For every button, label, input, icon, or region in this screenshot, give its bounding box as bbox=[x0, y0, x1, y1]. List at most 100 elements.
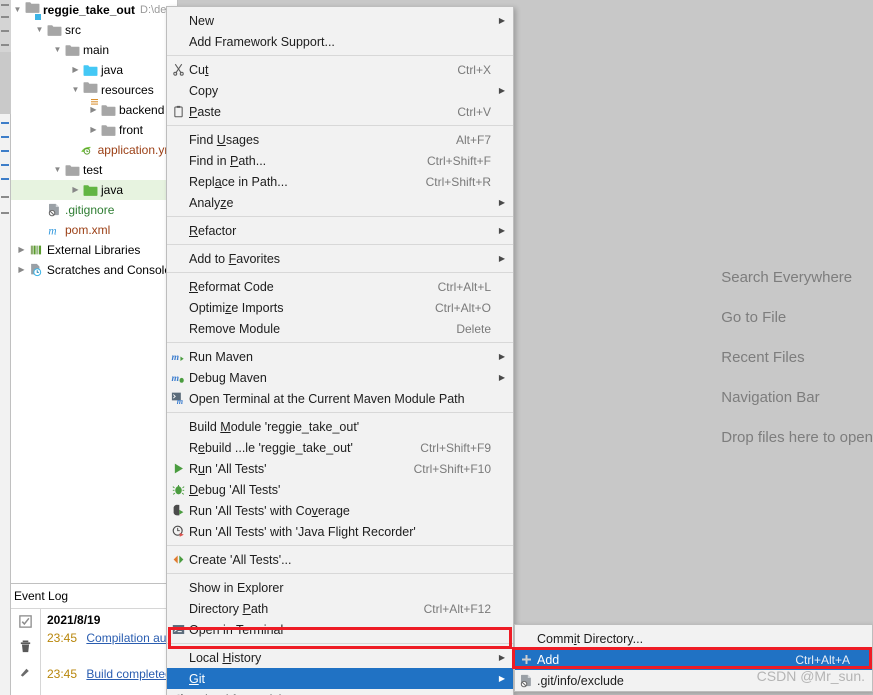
tree-node-backend[interactable]: ▶backend bbox=[11, 100, 177, 120]
menu-item-label: Add bbox=[537, 653, 781, 667]
idea-window: ▼reggie_take_outD:\develop\edu_idea_work… bbox=[0, 0, 873, 695]
tree-node-java[interactable]: ▶java bbox=[11, 60, 177, 80]
menu-separator bbox=[167, 573, 513, 574]
strip-mark-2 bbox=[1, 16, 9, 18]
left-tool-strip[interactable] bbox=[0, 0, 11, 695]
strip-mark-1 bbox=[1, 4, 9, 6]
tree-node-scratches-and-consoles[interactable]: ▶Scratches and Consoles bbox=[11, 260, 177, 280]
tree-expand-arrow[interactable]: ▶ bbox=[15, 240, 28, 260]
svg-text:m: m bbox=[48, 225, 56, 237]
tree-expand-arrow[interactable]: ▶ bbox=[69, 180, 82, 200]
tree-node-pom-xml[interactable]: ▶mpom.xml bbox=[11, 220, 177, 240]
menu-item-analyze[interactable]: Analyze▶ bbox=[167, 192, 513, 213]
tree-node-reggie-take-out[interactable]: ▼reggie_take_outD:\develop\edu_idea_work… bbox=[11, 0, 177, 20]
menu-item-reformat-code[interactable]: Reformat CodeCtrl+Alt+L bbox=[167, 276, 513, 297]
tree-node-main[interactable]: ▼main bbox=[11, 40, 177, 60]
tree-node-label: test bbox=[83, 160, 102, 180]
menu-item-build-module-reggie-take-out[interactable]: Build Module 'reggie_take_out' bbox=[167, 416, 513, 437]
left-strip-block-active bbox=[0, 52, 11, 114]
menu-item-add[interactable]: AddCtrl+Alt+A bbox=[515, 649, 872, 670]
coverage-icon bbox=[167, 504, 189, 517]
menu-item-add-framework-support[interactable]: Add Framework Support... bbox=[167, 31, 513, 52]
event-log-panel[interactable]: Event Log 2021/8/19 23:45 Compilation au… bbox=[11, 583, 178, 695]
menu-item-run-all-tests-with-java-flight-recorder[interactable]: Run 'All Tests' with 'Java Flight Record… bbox=[167, 521, 513, 542]
submenu-arrow-icon: ▶ bbox=[491, 16, 505, 25]
submenu-arrow-icon: ▶ bbox=[491, 373, 505, 382]
tree-node-label: .gitignore bbox=[65, 200, 114, 220]
tree-node-test[interactable]: ▼ test bbox=[11, 160, 177, 180]
project-tree[interactable]: ▼reggie_take_outD:\develop\edu_idea_work… bbox=[11, 0, 177, 280]
menu-item-paste[interactable]: PasteCtrl+V bbox=[167, 101, 513, 122]
event-log-gutter[interactable] bbox=[11, 609, 41, 695]
event-log-row[interactable]: 23:45 Build completed bbox=[47, 665, 177, 683]
menu-item-cut[interactable]: CutCtrl+X bbox=[167, 59, 513, 80]
menu-item-run-maven[interactable]: mRun Maven▶ bbox=[167, 346, 513, 367]
menu-item-optimize-imports[interactable]: Optimize ImportsCtrl+Alt+O bbox=[167, 297, 513, 318]
tree-node-java[interactable]: ▶java bbox=[11, 180, 177, 200]
tree-expand-arrow[interactable]: ▼ bbox=[51, 40, 64, 60]
menu-item-reload-from-disk[interactable]: Reload from Disk bbox=[167, 689, 513, 695]
tree-node-application-yml[interactable]: ▶application.yml bbox=[11, 140, 177, 160]
tree-expand-arrow[interactable]: ▶ bbox=[33, 200, 46, 220]
event-log-link[interactable]: Build completed bbox=[86, 667, 171, 681]
tree-expand-arrow[interactable]: ▶ bbox=[69, 60, 82, 80]
tree-expand-arrow[interactable]: ▶ bbox=[15, 260, 28, 280]
tree-node-front[interactable]: ▶front bbox=[11, 120, 177, 140]
menu-item-shortcut: Ctrl+V bbox=[443, 105, 491, 119]
context-menu[interactable]: New▶ Add Framework Support... CutCtrl+XCop… bbox=[166, 6, 514, 695]
menu-item-find-usages[interactable]: Find UsagesAlt+F7 bbox=[167, 129, 513, 150]
menu-item-create-all-tests[interactable]: Create 'All Tests'... bbox=[167, 549, 513, 570]
menu-item-local-history[interactable]: Local History▶ bbox=[167, 647, 513, 668]
tree-node-resources[interactable]: ▼resources bbox=[11, 80, 177, 100]
mark-all-read-icon[interactable] bbox=[18, 614, 33, 632]
menu-item-git[interactable]: Git▶ bbox=[167, 668, 513, 689]
tree-expand-arrow[interactable]: ▼ bbox=[69, 80, 82, 100]
event-log-content: 2021/8/19 23:45 Compilation automaticall… bbox=[41, 609, 177, 695]
menu-item-label: Add Framework Support... bbox=[189, 35, 491, 49]
menu-item-refactor[interactable]: Refactor▶ bbox=[167, 220, 513, 241]
menu-item-new[interactable]: New▶ bbox=[167, 10, 513, 31]
tree-expand-arrow[interactable]: ▼ bbox=[11, 0, 24, 20]
menu-item-open-terminal-at-the-current-maven-module-path[interactable]: mOpen Terminal at the Current Maven Modu… bbox=[167, 388, 513, 409]
tree-expand-arrow[interactable]: ▶ bbox=[66, 140, 79, 160]
tree-expand-arrow[interactable]: ▼ bbox=[33, 20, 46, 40]
menu-item-copy[interactable]: Copy▶ bbox=[167, 80, 513, 101]
maven-terminal-icon: m bbox=[167, 392, 189, 405]
folder-icon bbox=[46, 22, 62, 38]
event-log-row[interactable]: 23:45 Compilation automatically bbox=[47, 629, 177, 647]
menu-item-run-all-tests-with-coverage[interactable]: Run 'All Tests' with Coverage bbox=[167, 500, 513, 521]
tree-node--gitignore[interactable]: ▶ .gitignore bbox=[11, 200, 177, 220]
tree-expand-arrow[interactable]: ▶ bbox=[87, 120, 100, 140]
tree-node-external-libraries[interactable]: ▶ External Libraries bbox=[11, 240, 177, 260]
delete-icon[interactable] bbox=[18, 639, 33, 657]
menu-item-open-in-terminal[interactable]: Open in Terminal bbox=[167, 619, 513, 640]
menu-item-remove-module[interactable]: Remove ModuleDelete bbox=[167, 318, 513, 339]
menu-item-label: Analyze bbox=[189, 196, 491, 210]
settings-icon[interactable] bbox=[18, 664, 33, 682]
menu-item-commit-directory[interactable]: Commit Directory... bbox=[515, 628, 872, 649]
menu-item-label: Create 'All Tests'... bbox=[189, 553, 491, 567]
tree-expand-arrow[interactable]: ▶ bbox=[33, 220, 46, 240]
menu-item-directory-path[interactable]: Directory PathCtrl+Alt+F12 bbox=[167, 598, 513, 619]
submenu-arrow-icon: ▶ bbox=[491, 226, 505, 235]
menu-item-debug-all-tests[interactable]: Debug 'All Tests' bbox=[167, 479, 513, 500]
menu-item-find-in-path[interactable]: Find in Path...Ctrl+Shift+F bbox=[167, 150, 513, 171]
tree-expand-arrow[interactable]: ▶ bbox=[87, 100, 100, 120]
tree-expand-arrow[interactable]: ▼ bbox=[51, 160, 64, 180]
menu-item-replace-in-path[interactable]: Replace in Path...Ctrl+Shift+R bbox=[167, 171, 513, 192]
strip-mark-9 bbox=[1, 178, 9, 180]
tip-go-to-file: Go to File bbox=[721, 298, 873, 338]
event-log-link[interactable]: Compilation automatically bbox=[86, 631, 177, 645]
menu-separator bbox=[167, 342, 513, 343]
menu-item-debug-maven[interactable]: mDebug Maven▶ bbox=[167, 367, 513, 388]
menu-item-show-in-explorer[interactable]: Show in Explorer bbox=[167, 577, 513, 598]
tree-node-src[interactable]: ▼src bbox=[11, 20, 177, 40]
menu-item-shortcut: Ctrl+Alt+A bbox=[781, 653, 850, 667]
menu-item-run-all-tests[interactable]: Run 'All Tests'Ctrl+Shift+F10 bbox=[167, 458, 513, 479]
project-tool-window[interactable]: ▼reggie_take_outD:\develop\edu_idea_work… bbox=[11, 0, 178, 583]
resources-folder-icon bbox=[82, 82, 98, 98]
menu-item-label: Replace in Path... bbox=[189, 175, 412, 189]
menu-item-add-to-favorites[interactable]: Add to Favorites▶ bbox=[167, 248, 513, 269]
tree-node-label: External Libraries bbox=[47, 240, 140, 260]
menu-item-rebuild-le-reggie-take-out[interactable]: Rebuild ...le 'reggie_take_out'Ctrl+Shif… bbox=[167, 437, 513, 458]
